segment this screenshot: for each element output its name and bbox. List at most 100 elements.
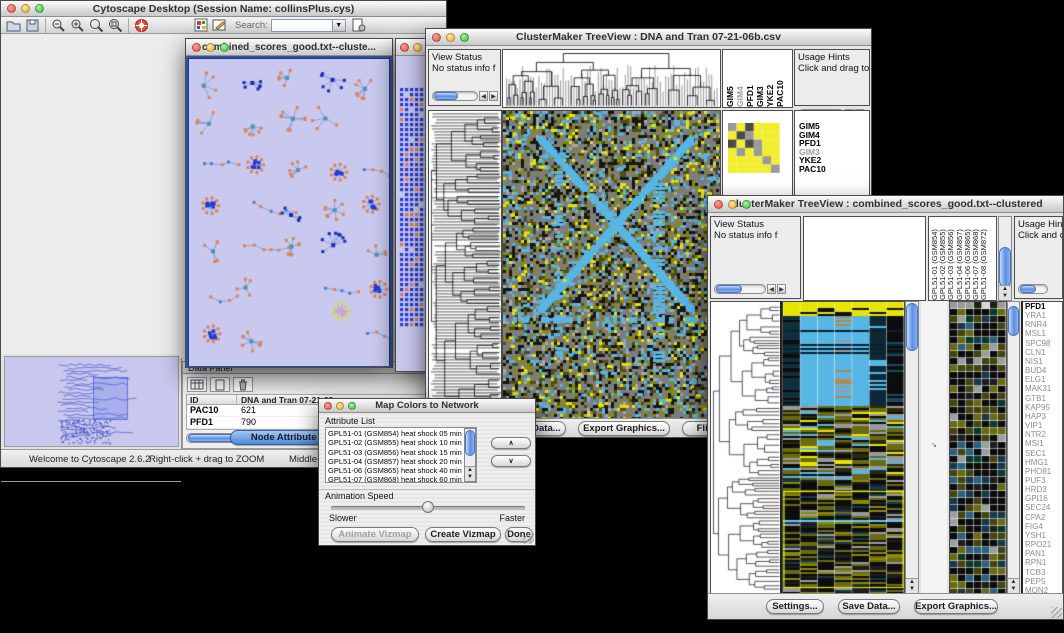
gene-label[interactable]: PHO81: [1025, 467, 1062, 476]
gene-label[interactable]: RPO21: [1025, 540, 1062, 549]
birdseye-overview[interactable]: [4, 356, 179, 447]
gene-label[interactable]: SEC1: [1025, 449, 1062, 458]
attribute-list-item[interactable]: GPL51-06 (GSM865) heat shock 40 min: [326, 466, 476, 475]
settings-button[interactable]: Settings...: [766, 599, 824, 614]
zoom-fit-icon[interactable]: [87, 17, 106, 34]
attribute-listbox[interactable]: GPL51-01 (GSM854) heat shock 05 minGPL51…: [325, 427, 477, 483]
row-dendrogram[interactable]: [429, 111, 501, 419]
minimize-button[interactable]: [336, 402, 344, 410]
help-lifering-icon[interactable]: [132, 17, 151, 34]
export-graphics-button[interactable]: Export Graphics...: [578, 421, 670, 436]
minimize-button[interactable]: [413, 43, 422, 52]
create-vizmap-button[interactable]: Create Vizmap: [425, 527, 501, 542]
gene-label[interactable]: CLN1: [1025, 348, 1062, 357]
heatmap[interactable]: [503, 111, 720, 419]
heatmap-column-label[interactable]: GIM5: [726, 52, 735, 107]
network-window-titlebar[interactable]: combined_scores_good.txt--cluste...: [186, 39, 392, 56]
heatmap-row-label[interactable]: PAC10: [799, 165, 869, 174]
gene-label[interactable]: HRD3: [1025, 485, 1062, 494]
gene-label[interactable]: SEC24: [1025, 503, 1062, 512]
minimize-button[interactable]: [21, 4, 30, 13]
animate-vizmap-button[interactable]: Animate Vizmap: [331, 527, 419, 542]
gene-label[interactable]: HMG1: [1025, 458, 1062, 467]
row-dendrogram[interactable]: [711, 302, 781, 593]
gene-label[interactable]: PFD1: [1025, 302, 1062, 311]
gene-label[interactable]: YSH1: [1025, 531, 1062, 540]
gene-label[interactable]: PUF3: [1025, 476, 1062, 485]
gene-label[interactable]: PEP5: [1025, 577, 1062, 586]
main-titlebar[interactable]: Cytoscape Desktop (Session Name: collins…: [1, 1, 446, 17]
scroll-left-arrow[interactable]: ◀: [479, 91, 488, 101]
resize-grip[interactable]: [523, 533, 534, 544]
zoom-button[interactable]: [220, 43, 229, 52]
attribute-list-item[interactable]: GPL51-03 (GSM856) heat shock 15 min: [326, 448, 476, 457]
zoom-button[interactable]: [348, 402, 356, 410]
close-button[interactable]: [714, 200, 723, 209]
column-dendrogram[interactable]: [503, 50, 720, 107]
heatmap-column-label[interactable]: GIM3: [756, 52, 765, 107]
attribute-list-item[interactable]: GPL51-07 (GSM868) heat shock 60 min: [326, 475, 476, 483]
gene-label[interactable]: BUD4: [1025, 366, 1062, 375]
zoom-selected-icon[interactable]: [106, 17, 125, 34]
heatmap-column-label[interactable]: GIM4: [736, 52, 745, 107]
global-vscrollbar[interactable]: ▲▼: [905, 301, 919, 594]
scroll-right-arrow[interactable]: ▶: [777, 284, 786, 294]
zoom-button[interactable]: [460, 33, 469, 42]
zoom-button[interactable]: [742, 200, 751, 209]
gene-label[interactable]: SPC98: [1025, 339, 1062, 348]
gene-label[interactable]: KAP95: [1025, 403, 1062, 412]
view-status-hscrollbar[interactable]: [714, 284, 766, 294]
save-data-button[interactable]: Save Data...: [838, 599, 900, 614]
gene-label[interactable]: NTR2: [1025, 430, 1062, 439]
minimize-button[interactable]: [728, 200, 737, 209]
scroll-left-arrow[interactable]: ◀: [767, 284, 776, 294]
zoom-out-icon[interactable]: [49, 17, 68, 34]
array-column-label[interactable]: GPL51-08 (GSM872): [980, 218, 988, 300]
view-status-hscrollbar[interactable]: [432, 91, 478, 101]
zoom-heatmap[interactable]: [950, 302, 1006, 593]
attribute-list-item[interactable]: GPL51-04 (GSM857) heat shock 20 min: [326, 457, 476, 466]
attribute-list-vscrollbar[interactable]: ▲▼: [464, 428, 476, 482]
dialog-titlebar[interactable]: Map Colors to Network: [319, 399, 535, 413]
move-down-button[interactable]: ∨: [491, 455, 531, 467]
heatmap-column-label[interactable]: PAC10: [776, 52, 785, 107]
resize-grip[interactable]: [1051, 607, 1062, 618]
close-button[interactable]: [192, 43, 201, 52]
gene-label[interactable]: VIP1: [1025, 421, 1062, 430]
attribute-select-icon[interactable]: [187, 377, 207, 392]
network-canvas[interactable]: [189, 59, 389, 366]
labels-vscrollbar[interactable]: ▲▼: [998, 216, 1012, 301]
create-attribute-icon[interactable]: [210, 377, 230, 392]
close-button[interactable]: [7, 4, 16, 13]
save-session-button[interactable]: [23, 17, 42, 34]
move-up-button[interactable]: ∧: [491, 437, 531, 449]
attribute-list-item[interactable]: GPL51-02 (GSM855) heat shock 10 min: [326, 438, 476, 447]
gene-label[interactable]: FIG4: [1025, 522, 1062, 531]
zoom-button[interactable]: [35, 4, 44, 13]
annotation-icon[interactable]: [210, 17, 229, 34]
gene-label[interactable]: ELG1: [1025, 375, 1062, 384]
heatmap-column-label[interactable]: PFD1: [746, 52, 755, 107]
open-session-button[interactable]: [4, 17, 23, 34]
search-input[interactable]: [271, 19, 333, 32]
minimize-button[interactable]: [446, 33, 455, 42]
scroll-arrows[interactable]: ▲▼: [1008, 578, 1019, 593]
gene-label[interactable]: GTB1: [1025, 394, 1062, 403]
gene-label[interactable]: PAN1: [1025, 549, 1062, 558]
usage-hints-hscrollbar[interactable]: [1018, 284, 1048, 294]
close-button[interactable]: [324, 402, 332, 410]
treeview2-titlebar[interactable]: ClusterMaker TreeView : combined_scores_…: [708, 196, 1063, 213]
gene-label[interactable]: CPA2: [1025, 513, 1062, 522]
correlation-mini-heatmap[interactable]: [728, 123, 780, 173]
gene-label[interactable]: MAK31: [1025, 384, 1062, 393]
global-heatmap[interactable]: [783, 302, 904, 593]
search-dropdown-button[interactable]: ▼: [333, 19, 346, 32]
attribute-list-item[interactable]: GPL51-01 (GSM854) heat shock 05 min: [326, 429, 476, 438]
gene-label[interactable]: YRA1: [1025, 311, 1062, 320]
export-graphics-button[interactable]: Export Graphics...: [914, 599, 998, 614]
animation-speed-slider[interactable]: [331, 506, 525, 510]
gene-label[interactable]: TCB3: [1025, 568, 1062, 577]
gene-label[interactable]: MSL1: [1025, 329, 1062, 338]
gene-label[interactable]: HAP3: [1025, 412, 1062, 421]
scroll-arrows[interactable]: ▲▼: [906, 578, 918, 593]
